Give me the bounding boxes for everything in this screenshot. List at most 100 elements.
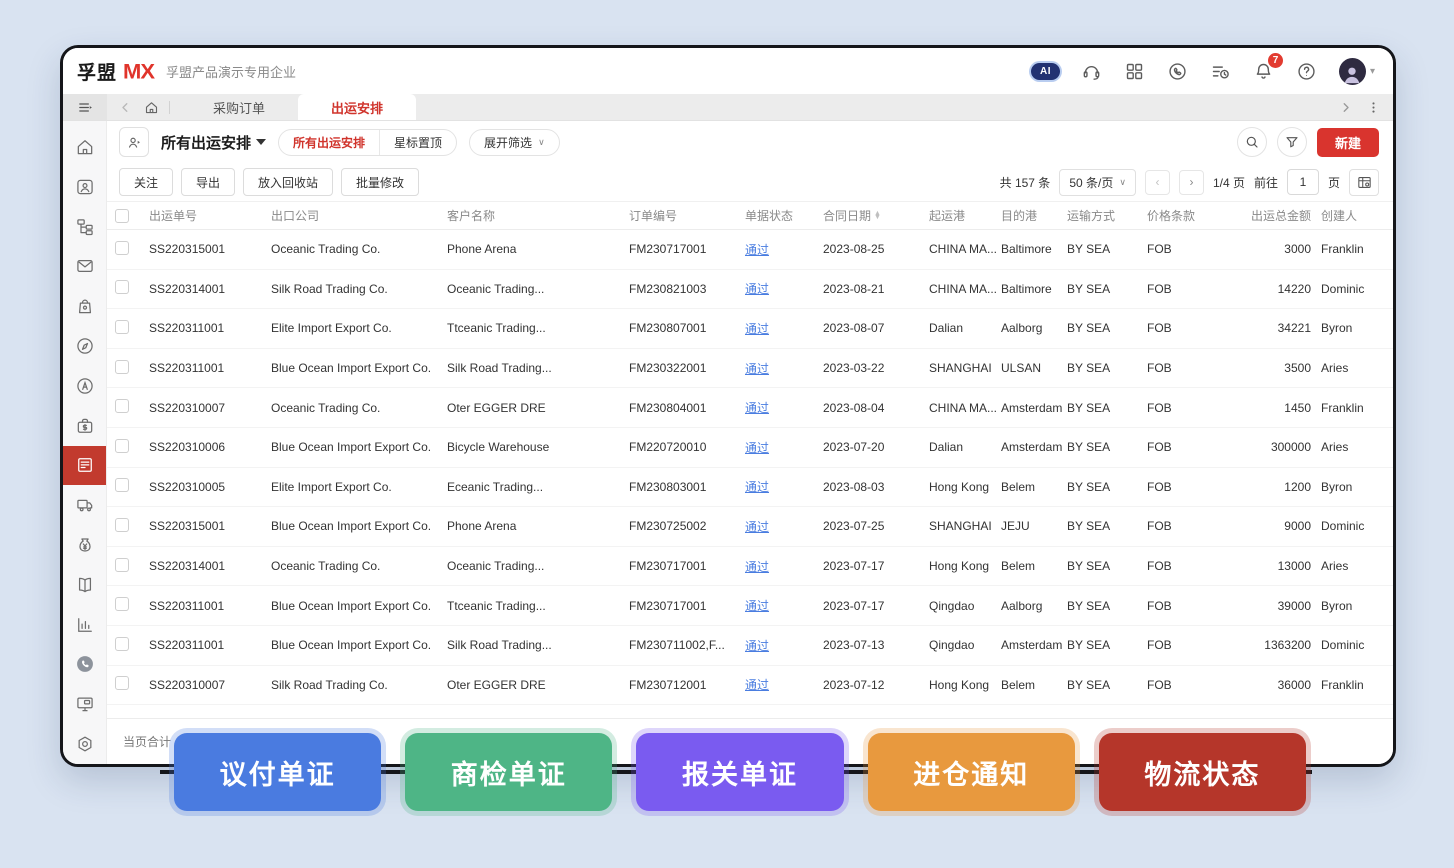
- status-approved-link[interactable]: 通过: [745, 639, 769, 653]
- forward-chevron-icon[interactable]: [1337, 99, 1353, 115]
- flow-step-button[interactable]: 报关单证: [636, 733, 843, 811]
- cell-contract-date: 2023-08-25: [823, 242, 929, 256]
- row-checkbox[interactable]: [115, 558, 129, 572]
- ai-assistant-icon[interactable]: AI: [1031, 63, 1060, 80]
- flow-step-button[interactable]: 商检单证: [405, 733, 612, 811]
- sidebar-item-home[interactable]: [63, 127, 106, 167]
- row-checkbox[interactable]: [115, 478, 129, 492]
- segment-all-shipments[interactable]: 所有出运安排: [279, 130, 379, 155]
- table-row[interactable]: SS220315001 Oceanic Trading Co. Phone Ar…: [107, 230, 1393, 270]
- table-row[interactable]: SS220314001 Oceanic Trading Co. Oceanic …: [107, 547, 1393, 587]
- sidebar-item-mail[interactable]: [63, 246, 106, 286]
- select-all-checkbox[interactable]: [115, 209, 129, 223]
- status-approved-link[interactable]: 通过: [745, 243, 769, 257]
- sidebar-item-whatsapp[interactable]: [63, 645, 106, 685]
- flow-step-button[interactable]: 物流状态: [1099, 733, 1306, 811]
- view-selector-dropdown[interactable]: 所有出运安排: [161, 132, 266, 153]
- status-approved-link[interactable]: 通过: [745, 599, 769, 613]
- sort-icon[interactable]: ▲▼: [874, 212, 881, 219]
- table-row[interactable]: SS220310006 Blue Ocean Import Export Co.…: [107, 428, 1393, 468]
- cell-creator: Byron: [1315, 599, 1393, 613]
- sidebar-item-shipping-docs[interactable]: [63, 446, 106, 486]
- status-approved-link[interactable]: 通过: [745, 678, 769, 692]
- status-approved-link[interactable]: 通过: [745, 520, 769, 534]
- funnel-filter-icon[interactable]: [1277, 127, 1307, 157]
- person-view-icon[interactable]: [119, 127, 149, 157]
- prev-page-button[interactable]: ‹: [1145, 170, 1170, 195]
- headset-icon[interactable]: [1081, 60, 1103, 82]
- sidebar-item-reports[interactable]: [63, 605, 106, 645]
- notifications-bell-icon[interactable]: 7: [1253, 60, 1275, 82]
- status-approved-link[interactable]: 通过: [745, 441, 769, 455]
- action-button[interactable]: 关注: [119, 168, 173, 196]
- page-size-select[interactable]: 50 条/页 ∨: [1059, 169, 1136, 196]
- sidebar-item-settings[interactable]: [63, 724, 106, 764]
- table-row[interactable]: SS220311001 Blue Ocean Import Export Co.…: [107, 626, 1393, 666]
- book-icon: [75, 575, 95, 595]
- row-checkbox[interactable]: [115, 399, 129, 413]
- flow-step-button[interactable]: 进仓通知: [868, 733, 1075, 811]
- table-row[interactable]: SS220311001 Blue Ocean Import Export Co.…: [107, 349, 1393, 389]
- status-approved-link[interactable]: 通过: [745, 322, 769, 336]
- user-avatar[interactable]: ▾: [1339, 58, 1375, 85]
- table-row[interactable]: SS220315001 Blue Ocean Import Export Co.…: [107, 507, 1393, 547]
- row-checkbox[interactable]: [115, 518, 129, 532]
- search-icon[interactable]: [1237, 127, 1267, 157]
- status-approved-link[interactable]: 通过: [745, 401, 769, 415]
- new-button[interactable]: 新建: [1317, 128, 1379, 157]
- table-row[interactable]: SS220314001 Silk Road Trading Co. Oceani…: [107, 270, 1393, 310]
- flow-step-button[interactable]: 议付单证: [174, 733, 381, 811]
- table-row[interactable]: SS220310007 Oceanic Trading Co. Oter EGG…: [107, 388, 1393, 428]
- help-icon[interactable]: [1296, 60, 1318, 82]
- row-checkbox[interactable]: [115, 597, 129, 611]
- status-approved-link[interactable]: 通过: [745, 480, 769, 494]
- tab-shipping-arrangement[interactable]: 出运安排: [298, 94, 416, 120]
- row-checkbox[interactable]: [115, 241, 129, 255]
- row-checkbox[interactable]: [115, 637, 129, 651]
- home-icon[interactable]: [143, 99, 159, 115]
- sidebar-item-finance[interactable]: [63, 525, 106, 565]
- whatsapp-icon[interactable]: [1167, 60, 1189, 82]
- table-row[interactable]: SS220310007 Silk Road Trading Co. Oter E…: [107, 666, 1393, 706]
- table-row[interactable]: SS220311001 Blue Ocean Import Export Co.…: [107, 586, 1393, 626]
- row-checkbox[interactable]: [115, 439, 129, 453]
- row-checkbox[interactable]: [115, 676, 129, 690]
- table-empty-area: [107, 705, 1393, 718]
- sidebar-item-ledger[interactable]: [63, 565, 106, 605]
- table-settings-icon[interactable]: [1349, 169, 1379, 196]
- table-row[interactable]: SS220310005 Elite Import Export Co. Ecea…: [107, 468, 1393, 508]
- pagination: 共 157 条 50 条/页 ∨ ‹ › 1/4 页 前往 页: [1000, 169, 1379, 196]
- cell-creator: Dominic: [1315, 519, 1393, 533]
- next-page-button[interactable]: ›: [1179, 170, 1204, 195]
- goto-page-input[interactable]: [1287, 169, 1319, 195]
- status-approved-link[interactable]: 通过: [745, 560, 769, 574]
- cell-price-terms: FOB: [1147, 242, 1219, 256]
- sidebar-item-discover[interactable]: [63, 326, 106, 366]
- row-checkbox[interactable]: [115, 280, 129, 294]
- sidebar-item-contacts[interactable]: [63, 167, 106, 207]
- row-checkbox[interactable]: [115, 320, 129, 334]
- back-chevron-icon[interactable]: [117, 99, 133, 115]
- action-button[interactable]: 放入回收站: [243, 168, 333, 196]
- status-approved-link[interactable]: 通过: [745, 282, 769, 296]
- cell-transport-mode: BY SEA: [1067, 440, 1147, 454]
- tab-purchase-orders[interactable]: 采购订单: [180, 94, 298, 120]
- sidebar-item-logistics[interactable]: [63, 485, 106, 525]
- kebab-menu-icon[interactable]: [1365, 99, 1381, 115]
- cell-contract-date: 2023-07-17: [823, 559, 929, 573]
- sidebar-item-display[interactable]: [63, 684, 106, 724]
- action-button[interactable]: 导出: [181, 168, 235, 196]
- sidebar-item-orders[interactable]: [63, 406, 106, 446]
- apps-grid-icon[interactable]: [1124, 60, 1146, 82]
- sidebar-item-marketing[interactable]: [63, 366, 106, 406]
- status-approved-link[interactable]: 通过: [745, 362, 769, 376]
- table-row[interactable]: SS220311001 Elite Import Export Co. Ttce…: [107, 309, 1393, 349]
- row-checkbox[interactable]: [115, 360, 129, 374]
- expand-filter-button[interactable]: 展开筛选 ∨: [469, 129, 560, 156]
- sidebar-item-org-structure[interactable]: [63, 207, 106, 247]
- sidebar-item-products[interactable]: [63, 286, 106, 326]
- task-history-icon[interactable]: [1210, 60, 1232, 82]
- segment-starred-top[interactable]: 星标置顶: [379, 130, 456, 155]
- action-button[interactable]: 批量修改: [341, 168, 419, 196]
- hamburger-menu-icon[interactable]: [63, 94, 107, 120]
